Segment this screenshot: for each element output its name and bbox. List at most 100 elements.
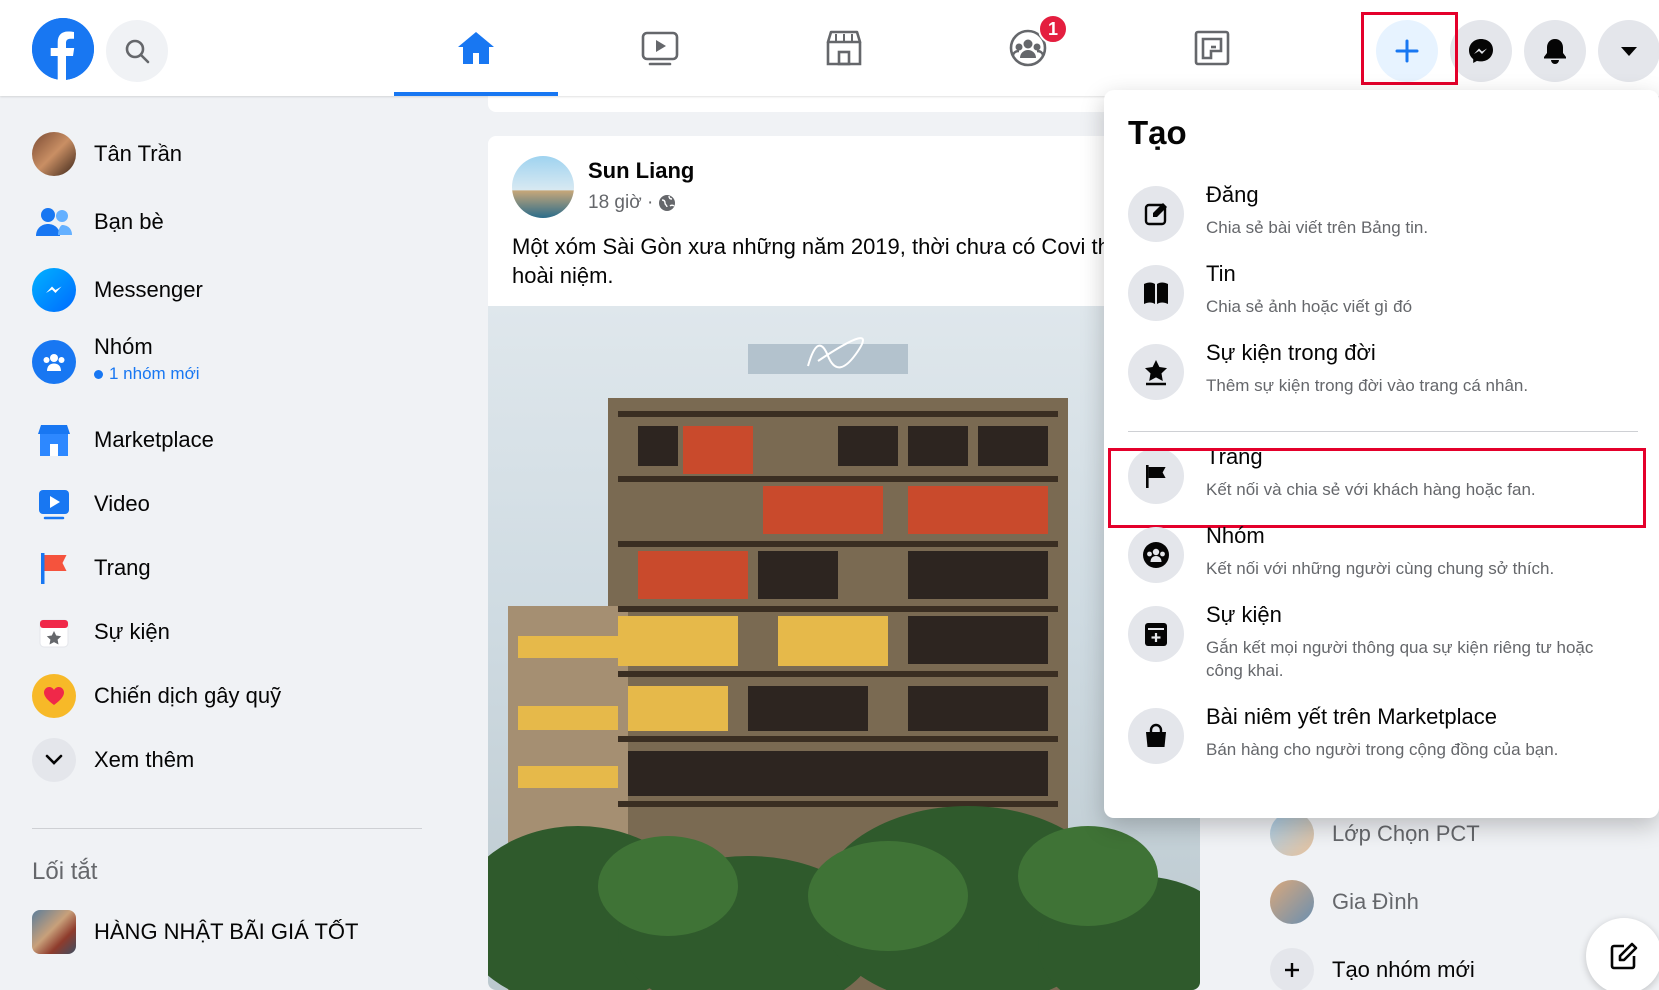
notification-badge: 1 <box>1038 14 1068 44</box>
marketplace-icon <box>32 418 76 462</box>
flag-icon <box>1128 448 1184 504</box>
marketplace-icon <box>826 30 862 66</box>
create-menu-item-post[interactable]: Đăng Chia sẻ bài viết trên Bảng tin. <box>1128 182 1638 242</box>
top-navigation-bar: 1 <box>0 0 1659 96</box>
menu-item-description: Chia sẻ bài viết trên Bảng tin. <box>1206 218 1429 237</box>
sidebar-item-see-more[interactable]: Xem thêm <box>32 738 194 782</box>
account-menu-button[interactable] <box>1598 20 1659 82</box>
bell-icon <box>1544 39 1566 64</box>
messenger-button[interactable] <box>1450 20 1512 82</box>
groups-icon <box>1128 527 1184 583</box>
menu-item-title: Đăng <box>1206 182 1259 207</box>
profile-avatar <box>32 132 76 176</box>
group-name: Gia Đình <box>1332 889 1419 914</box>
caret-down-icon <box>1621 47 1637 56</box>
sidebar-item-events[interactable]: Sự kiện <box>32 610 170 654</box>
post-author-name[interactable]: Sun Liang <box>588 158 694 184</box>
compose-icon <box>1610 942 1638 970</box>
sidebar-item-label: Chiến dịch gây quỹ <box>94 683 282 708</box>
messenger-icon <box>1469 39 1493 63</box>
sidebar-divider <box>32 828 422 829</box>
sidebar-item-label: Nhóm <box>94 334 153 359</box>
tab-watch[interactable] <box>578 0 742 96</box>
post-photo[interactable] <box>488 306 1200 990</box>
create-menu-item-marketplace-listing[interactable]: Bài niêm yết trên Marketplace Bán hàng c… <box>1128 704 1638 764</box>
notifications-button[interactable] <box>1524 20 1586 82</box>
menu-item-title: Sự kiện trong đời <box>1206 340 1376 365</box>
menu-item-description: Bán hàng cho người trong cộng đồng của b… <box>1206 740 1559 759</box>
globe-icon <box>659 195 676 211</box>
create-menu-dropdown: Tạo Đăng Chia sẻ bài viết trên Bảng tin.… <box>1104 90 1659 818</box>
sidebar-item-fundraisers[interactable]: Chiến dịch gây quỹ <box>32 674 281 718</box>
friends-icon <box>32 200 76 244</box>
groups-icon <box>32 340 76 384</box>
tab-groups[interactable]: 1 <box>946 0 1110 96</box>
feed-post: Sun Liang 18 giờ · Một xóm Sài Gòn xưa n… <box>488 136 1200 990</box>
apartment-building-photo <box>488 337 1200 990</box>
menu-item-description: Chia sẻ ảnh hoặc viết gì đó <box>1206 297 1413 316</box>
new-groups-count: 1 nhóm mới <box>109 364 200 383</box>
events-icon <box>32 610 76 654</box>
sidebar-item-label: Marketplace <box>94 427 214 452</box>
shopping-bag-icon <box>1128 708 1184 764</box>
sidebar-item-profile[interactable]: Tân Trần <box>32 132 182 176</box>
tab-marketplace[interactable] <box>762 0 926 96</box>
fundraiser-icon <box>32 674 76 718</box>
create-new-group-item[interactable]: Tạo nhóm mới <box>1270 948 1475 990</box>
create-menu-title: Tạo <box>1128 114 1187 151</box>
menu-item-title: Trang <box>1206 444 1263 469</box>
pages-flag-icon <box>32 546 76 590</box>
video-icon <box>32 482 76 526</box>
tab-home[interactable] <box>394 0 558 96</box>
chevron-down-icon <box>32 738 76 782</box>
tab-gaming[interactable] <box>1130 0 1294 96</box>
sidebar-item-friends[interactable]: Bạn bè <box>32 200 164 244</box>
create-menu-item-page[interactable]: Trang Kết nối và chia sẻ với khách hàng … <box>1128 444 1638 504</box>
new-groups-indicator: 1 nhóm mới <box>94 364 200 384</box>
menu-item-description: Kết nối với những người cùng chung sở th… <box>1206 559 1555 578</box>
sidebar-item-label: Sự kiện <box>94 619 170 644</box>
book-open-icon <box>1128 265 1184 321</box>
facebook-logo-icon[interactable] <box>32 18 94 80</box>
group-name: Lớp Chọn PCT <box>1332 821 1480 846</box>
create-menu-item-group[interactable]: Nhóm Kết nối với những người cùng chung … <box>1128 523 1638 583</box>
menu-item-title: Tin <box>1206 261 1236 286</box>
menu-item-description: Thêm sự kiện trong đời vào trang cá nhân… <box>1206 376 1529 395</box>
group-avatar <box>1270 812 1314 856</box>
shortcut-item[interactable]: HÀNG NHẬT BÃI GIÁ TỐT <box>32 910 358 954</box>
contact-group-item[interactable]: Gia Đình <box>1270 880 1419 924</box>
group-avatar <box>1270 880 1314 924</box>
new-message-button[interactable] <box>1586 918 1659 990</box>
create-group-label: Tạo nhóm mới <box>1332 957 1475 982</box>
compose-icon <box>1128 186 1184 242</box>
shortcuts-title: Lối tắt <box>32 858 98 885</box>
sidebar-item-label: Video <box>94 491 150 516</box>
plus-icon <box>1270 948 1314 990</box>
sidebar-item-marketplace[interactable]: Marketplace <box>32 418 214 462</box>
sidebar-item-pages[interactable]: Trang <box>32 546 151 590</box>
create-menu-item-event[interactable]: Sự kiện Gắn kết mọi người thông qua sự k… <box>1128 602 1638 682</box>
create-button[interactable] <box>1376 20 1438 82</box>
menu-item-title: Nhóm <box>1206 523 1265 548</box>
shortcut-label: HÀNG NHẬT BÃI GIÁ TỐT <box>94 919 359 944</box>
sidebar-item-groups[interactable]: Nhóm 1 nhóm mới <box>32 334 200 384</box>
sidebar-item-messenger[interactable]: Messenger <box>32 268 203 312</box>
search-icon <box>125 39 150 64</box>
sidebar-item-video[interactable]: Video <box>32 482 150 526</box>
sidebar-item-label: Bạn bè <box>94 209 164 234</box>
post-time[interactable]: 18 giờ · <box>588 192 653 214</box>
post-author-avatar[interactable] <box>512 156 574 218</box>
sidebar-item-label: Xem thêm <box>94 747 195 772</box>
create-menu-item-story[interactable]: Tin Chia sẻ ảnh hoặc viết gì đó <box>1128 261 1638 321</box>
menu-item-description: Gắn kết mọi người thông qua sự kiện riên… <box>1206 638 1594 680</box>
create-menu-item-life-event[interactable]: Sự kiện trong đời Thêm sự kiện trong đời… <box>1128 340 1638 400</box>
menu-item-title: Sự kiện <box>1206 602 1282 627</box>
home-icon <box>458 32 494 64</box>
menu-item-description: Kết nối và chia sẻ với khách hàng hoặc f… <box>1206 480 1536 499</box>
shortcut-thumbnail <box>32 910 76 954</box>
search-button[interactable] <box>106 20 168 82</box>
contact-group-item[interactable]: Lớp Chọn PCT <box>1270 812 1480 856</box>
plus-icon <box>1395 39 1419 63</box>
gaming-icon <box>1194 30 1230 66</box>
sidebar-item-label: Tân Trần <box>94 141 183 166</box>
